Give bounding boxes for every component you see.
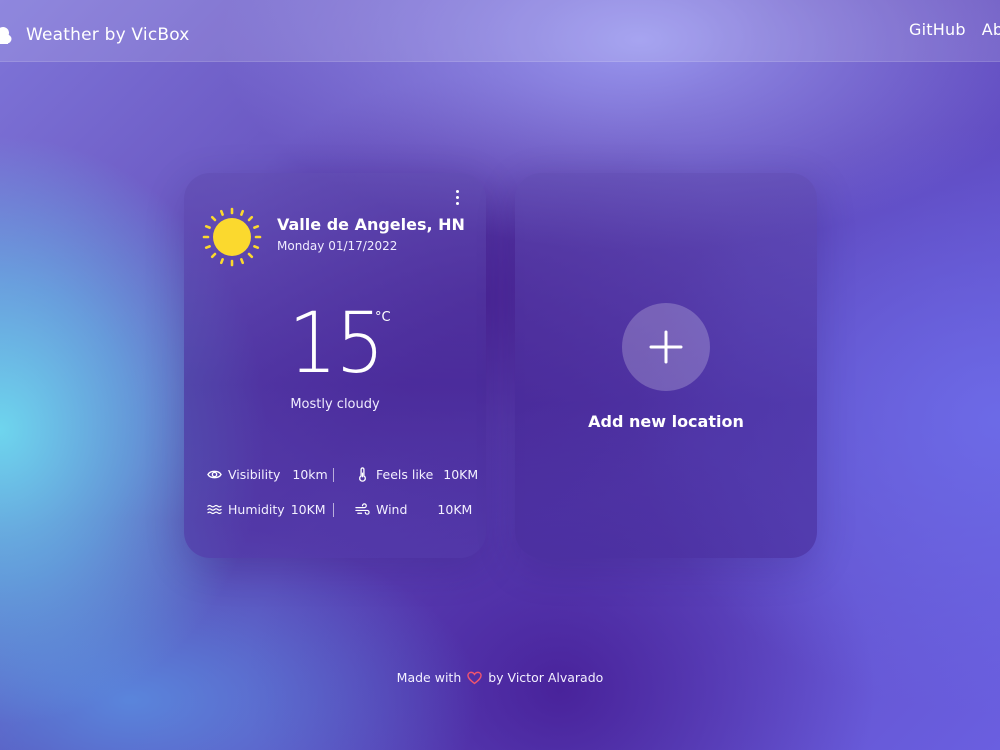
stat-wind-value: 10KM <box>437 502 473 517</box>
footer-made-with: Made with <box>396 670 462 685</box>
temperature-number: 15 <box>287 294 384 392</box>
add-location-card[interactable]: Add new location <box>515 173 817 558</box>
eye-icon <box>207 470 222 479</box>
stat-feels-like: Feels like 10KM <box>355 467 478 482</box>
stat-humidity-label: Humidity <box>228 502 285 517</box>
heart-icon <box>467 671 483 684</box>
top-bar: Weather by VicBox GitHub About <box>0 0 1000 62</box>
background <box>0 0 1000 750</box>
add-location-button[interactable] <box>622 303 710 391</box>
stat-wind-label: Wind <box>376 502 408 517</box>
stat-humidity: Humidity 10KM <box>207 502 326 517</box>
stat-divider <box>333 503 334 517</box>
plus-icon <box>649 330 683 364</box>
nav-about[interactable]: About <box>982 20 1000 39</box>
stat-visibility: Visibility 10km <box>207 467 328 482</box>
footer-author[interactable]: by Victor Alvarado <box>488 670 603 685</box>
brand-title: Weather by VicBox <box>26 25 190 45</box>
stat-feels-like-label: Feels like <box>376 467 434 482</box>
location-name: Valle de Angeles, HN <box>277 215 465 234</box>
footer: Made with by Victor Alvarado <box>0 670 1000 685</box>
stat-wind: Wind 10KM <box>355 502 472 517</box>
weather-description: Mostly cloudy <box>290 397 380 412</box>
top-nav: GitHub About <box>909 20 1000 39</box>
add-location-label: Add new location <box>588 412 744 431</box>
stat-humidity-value: 10KM <box>290 502 326 517</box>
weather-card: Valle de Angeles, HN Monday 01/17/2022 1… <box>184 173 486 558</box>
nav-github[interactable]: GitHub <box>909 20 966 39</box>
sun-icon <box>202 207 262 267</box>
location-date: Monday 01/17/2022 <box>277 239 398 253</box>
temperature-value: 15 <box>184 298 486 388</box>
wind-icon <box>355 503 370 515</box>
more-options-icon[interactable] <box>450 188 464 206</box>
stat-feels-like-value: 10KM <box>443 467 479 482</box>
brand[interactable]: Weather by VicBox <box>0 22 190 48</box>
stat-visibility-value: 10km <box>292 467 328 482</box>
thermometer-icon <box>359 467 366 482</box>
cloud-icon <box>0 27 12 44</box>
temperature-unit: °C <box>375 310 391 325</box>
stat-visibility-label: Visibility <box>228 467 281 482</box>
stat-divider <box>333 468 334 482</box>
waves-icon <box>207 504 222 515</box>
